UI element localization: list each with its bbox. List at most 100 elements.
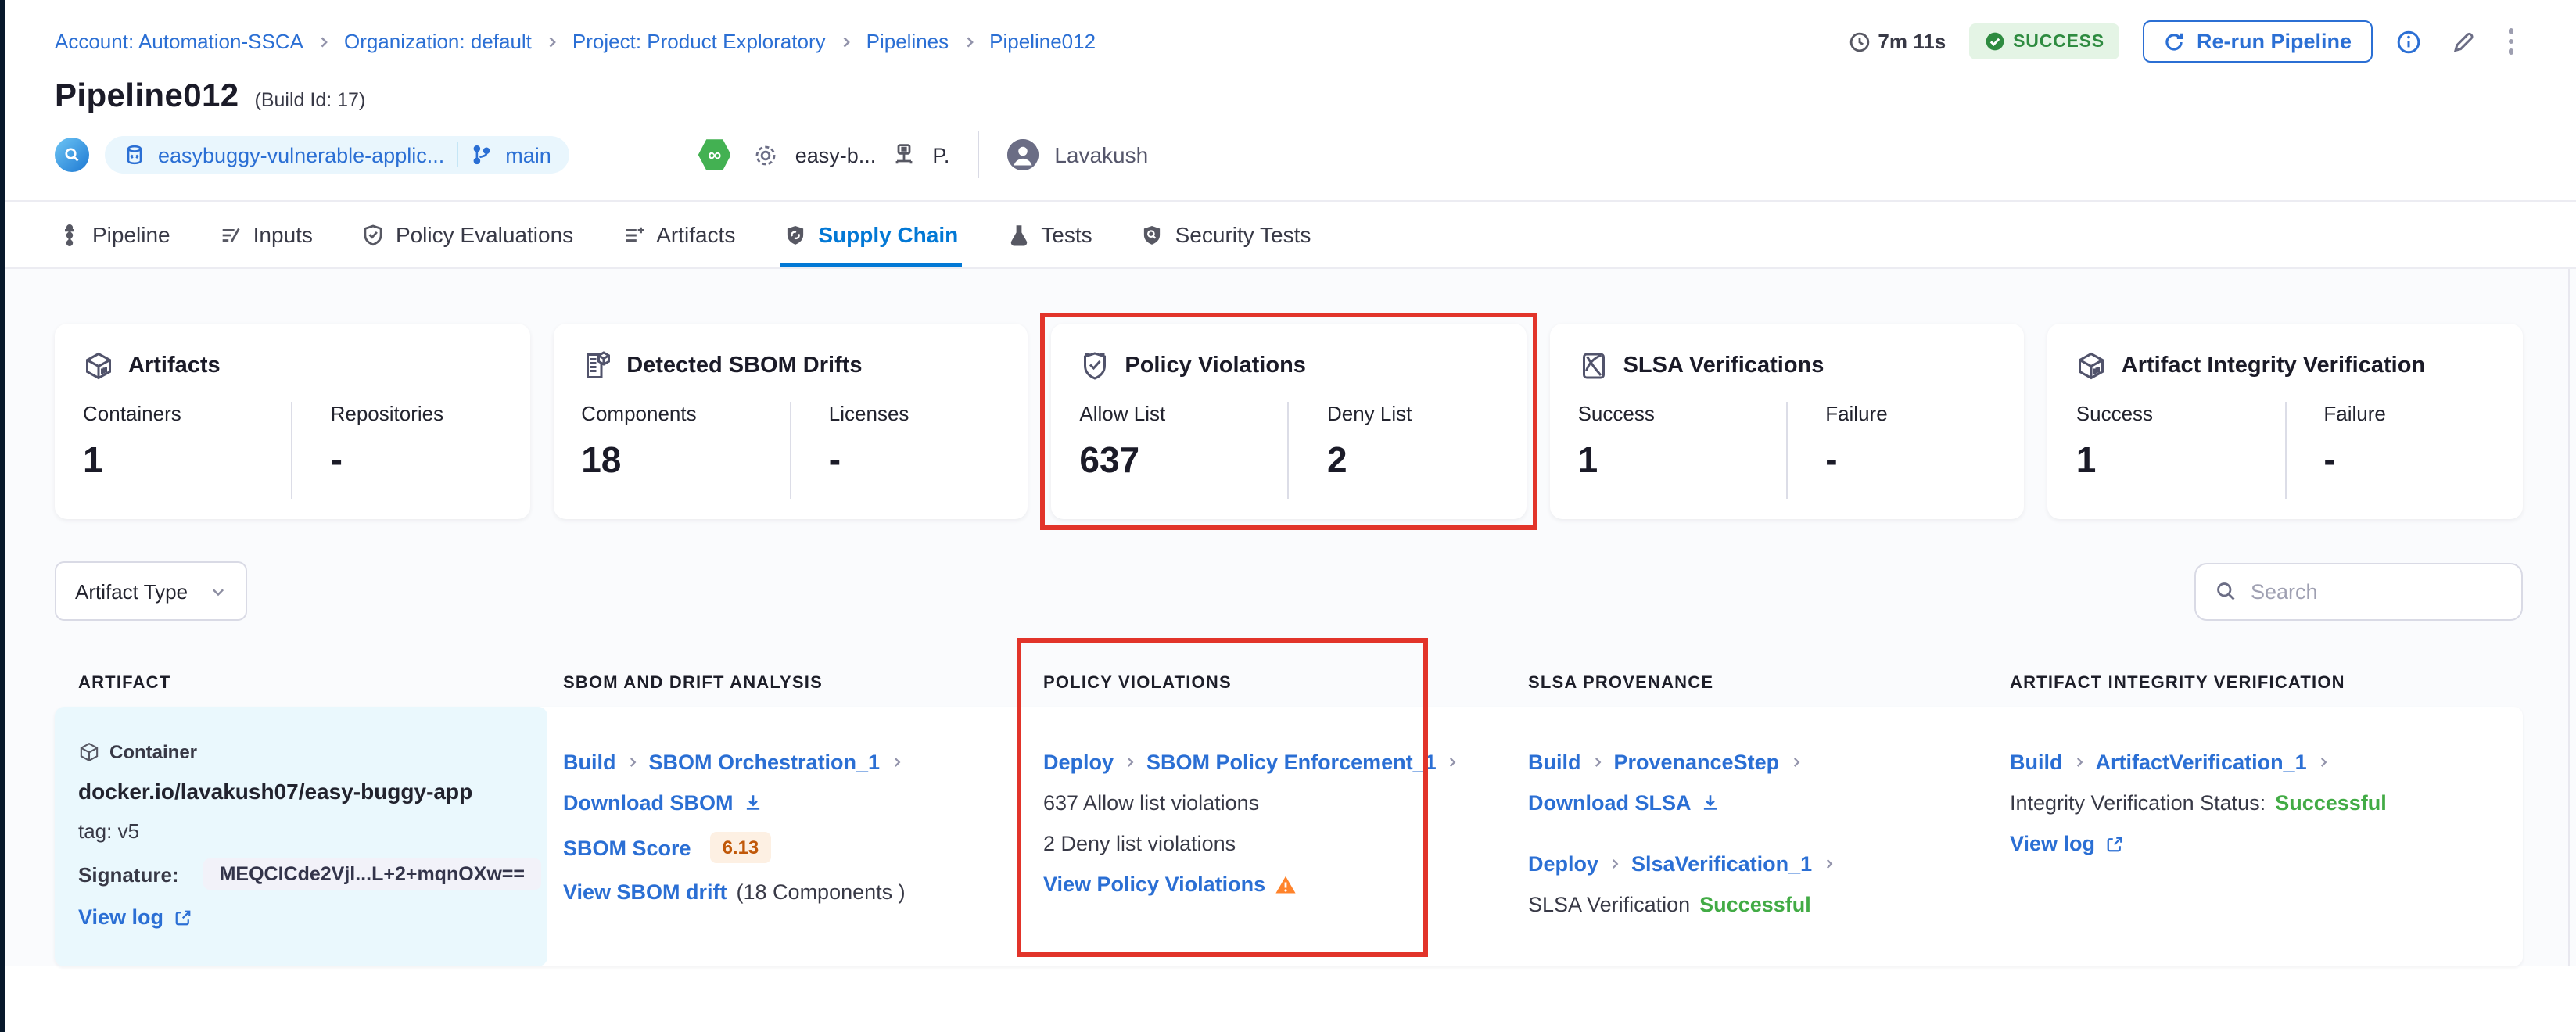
user-name: Lavakush [1054,142,1148,167]
title-row: Pipeline012 (Build Id: 17) [0,63,2576,116]
tab-tests[interactable]: Tests [1003,202,1095,267]
external-link-icon [173,908,192,926]
sbom-score-link[interactable]: SBOM Score [563,836,691,859]
breadcrumb-current: Pipeline012 [989,30,1096,53]
stat-success: Success 1 [1578,402,1787,499]
download-icon [1701,793,1721,813]
stat-success: Success 1 [2076,402,2285,499]
search-input[interactable] [2251,579,2528,603]
slsa-status-label: SLSA Verification [1528,893,1690,916]
duration: 7m 11s [1848,30,1946,53]
sbom-cell: Build SBOM Orchestration_1 Download SBOM… [547,707,1043,966]
view-policy-violations-link[interactable]: View Policy Violations [1043,873,1265,896]
step-link[interactable]: SBOM Orchestration_1 [649,751,881,774]
allow-list-violations: 637 Allow list violations [1043,791,1528,815]
step-link[interactable]: ArtifactVerification_1 [2096,751,2307,774]
card-title: Artifact Integrity Verification [2122,353,2425,378]
cube-icon [78,741,100,763]
breadcrumb-project[interactable]: Project: Product Exploratory [572,30,826,53]
chevron-right-icon [889,755,903,769]
step-link[interactable]: ProvenanceStep [1614,751,1780,774]
filter-row: Artifact Type [55,561,2523,621]
supply-chain-content: Artifacts Containers 1 Repositories - [0,269,2576,966]
chevron-right-icon [316,34,332,49]
chevron-right-icon [2072,755,2086,769]
inputs-icon [219,223,242,246]
deny-list-violations: 2 Deny list violations [1043,832,1528,855]
check-circle-icon [1985,31,2005,52]
security-shield-icon [1141,223,1164,246]
status-badge: SUCCESS [1969,23,2120,59]
step-link[interactable]: SBOM Policy Enforcement_1 [1146,751,1437,774]
shield-check-icon [361,223,385,246]
step-link[interactable]: SlsaVerification_1 [1631,852,1812,876]
integrity-status-label: Integrity Verification Status: [2010,791,2266,815]
stat-failure: Failure - [1788,402,1997,499]
artifact-cell: Container docker.io/lavakush07/easy-bugg… [55,707,547,966]
tab-pipeline[interactable]: Pipeline [55,202,174,267]
repo-branch-pill[interactable]: easybuggy-vulnerable-applic... main [105,136,570,174]
flask-icon [1006,223,1030,246]
tab-security-tests[interactable]: Security Tests [1138,202,1315,267]
supply-chain-shield-icon [784,223,807,246]
tab-policy-evaluations[interactable]: Policy Evaluations [358,202,576,267]
breadcrumb-account[interactable]: Account: Automation-SSCA [55,30,303,53]
top-bar: Account: Automation-SSCA Organization: d… [0,0,2576,63]
user-avatar [1007,139,1039,170]
card-sbom-drifts: Detected SBOM Drifts Components 18 Licen… [553,324,1028,519]
cube-icon [83,350,114,382]
view-log-link[interactable]: View log [78,905,163,929]
policy-violations-cell: Deploy SBOM Policy Enforcement_1 637 All… [1043,707,1528,966]
download-sbom-link[interactable]: Download SBOM [563,791,734,815]
stage-link[interactable]: Build [2010,751,2063,774]
tab-bar: Pipeline Inputs Policy Evaluations Artif… [0,200,2576,269]
signature-value[interactable]: MEQCICde2Vjl...L+2+mqnOXw== [204,858,540,890]
table-row: Container docker.io/lavakush07/easy-bugg… [55,707,2523,966]
tab-supply-chain[interactable]: Supply Chain [780,202,961,267]
top-actions: 7m 11s SUCCESS Re-run Pipeline [1848,20,2523,63]
pill-divider [457,142,458,167]
stage-link[interactable]: Deploy [1528,852,1598,876]
trigger-pipeline-label[interactable]: P. [932,143,949,167]
sbom-score-badge: 6.13 [710,832,772,863]
view-sbom-drift-link[interactable]: View SBOM drift [563,880,727,904]
artifacts-list-icon [622,223,645,246]
stat-containers: Containers 1 [83,402,292,499]
trigger-repo-label[interactable]: easy-b... [795,143,877,167]
git-branch-icon [471,144,493,166]
card-title: Policy Violations [1125,353,1306,378]
card-artifacts: Artifacts Containers 1 Repositories - [55,324,529,519]
search-icon [2215,580,2237,602]
view-log-link[interactable]: View log [2010,832,2095,855]
meta-divider [978,131,979,178]
integrity-cell: Build ArtifactVerification_1 Integrity V… [2010,707,2523,966]
info-icon[interactable] [2395,29,2420,54]
slsa-provenance-cell: Build ProvenanceStep Download SLSA Deplo… [1528,707,2010,966]
scrollbar-track[interactable] [2568,269,2570,966]
drift-count: (18 Components ) [737,880,906,904]
stage-link[interactable]: Build [1528,751,1581,774]
chevron-right-icon [1446,755,1460,769]
summary-cards: Artifacts Containers 1 Repositories - [55,324,2523,519]
ci-hexagon-icon: ∞ [698,138,731,171]
left-edge-strip [0,0,5,1032]
tab-artifacts[interactable]: Artifacts [619,202,738,267]
integrity-cube-icon [2076,350,2108,382]
stat-deny-list: Deny List 2 [1290,402,1498,499]
col-policy-violations: POLICY VIOLATIONS [1043,674,1528,693]
stage-link[interactable]: Deploy [1043,751,1114,774]
breadcrumb-pipelines[interactable]: Pipelines [866,30,949,53]
image-tag: tag: v5 [78,819,524,843]
download-slsa-link[interactable]: Download SLSA [1528,791,1692,815]
artifact-type-dropdown[interactable]: Artifact Type [55,561,247,621]
clock-icon [1848,30,1870,52]
breadcrumb-organization[interactable]: Organization: default [344,30,532,53]
more-options-icon[interactable] [2499,26,2523,58]
artifact-table: ARTIFACT SBOM AND DRIFT ANALYSIS POLICY … [55,660,2523,966]
stage-link[interactable]: Build [563,751,616,774]
rerun-pipeline-button[interactable]: Re-run Pipeline [2144,20,2372,63]
warning-icon [1275,873,1297,895]
shield-check-icon [1079,350,1110,382]
tab-inputs[interactable]: Inputs [216,202,316,267]
edit-pencil-icon[interactable] [2450,29,2475,54]
